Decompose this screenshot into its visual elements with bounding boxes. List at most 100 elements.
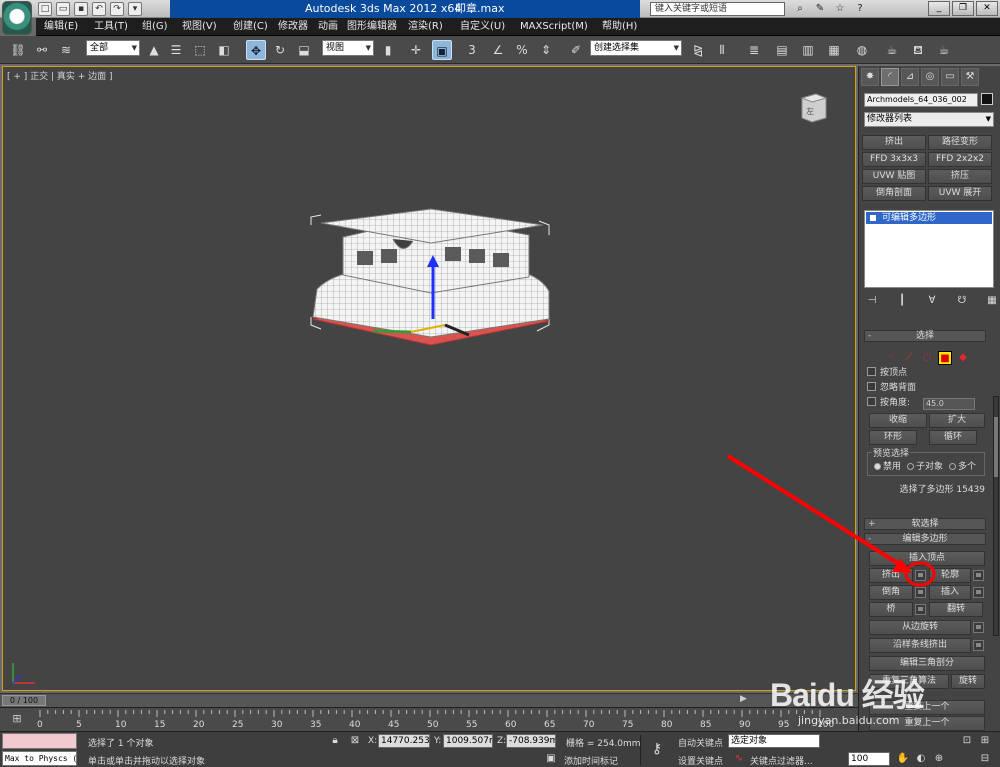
menu-graph-editors[interactable]: 图形编辑器 — [343, 18, 401, 36]
mini-curve-editor-icon[interactable]: ⊞ — [8, 712, 26, 726]
menu-maxscript[interactable]: MAXScript(M) — [516, 18, 592, 36]
align-icon[interactable]: ⫴ — [712, 40, 732, 60]
menu-edit[interactable]: 编辑(E) — [40, 18, 82, 36]
select-manipulate-icon[interactable]: ✛ — [406, 40, 426, 60]
material-editor-icon[interactable]: ◍ — [852, 40, 872, 60]
modifier-path-deform-button[interactable]: 路径变形 — [928, 135, 992, 150]
hinge-from-edge-button[interactable]: 从边旋转 — [869, 620, 971, 635]
menu-modifiers[interactable]: 修改器 — [274, 18, 312, 36]
element-icon[interactable]: ◆ — [956, 351, 970, 365]
edit-polygons-rollout-header[interactable]: - 编辑多边形 — [864, 533, 986, 545]
soft-selection-rollout-header[interactable]: + 软选择 — [864, 518, 986, 530]
scrollbar-thumb[interactable] — [994, 417, 998, 477]
extrude-button[interactable]: 挤出 — [869, 568, 913, 583]
timeline[interactable]: ⊞ 0 5 10 15 20 25 30 35 40 45 50 55 60 65 70 75 80 85 90 95… — [0, 707, 858, 731]
named-selection-dropdown[interactable]: 创建选择集 — [590, 40, 682, 56]
show-end-result-icon[interactable]: ┃ — [894, 294, 910, 308]
unlink-icon[interactable]: ⚯ — [32, 40, 52, 60]
extrude-along-spline-button[interactable]: 沿样条线挤出 — [869, 638, 971, 653]
shrink-button[interactable]: 收缩 — [869, 413, 927, 428]
edit-triangulation-button[interactable]: 编辑三角剖分 — [869, 656, 985, 671]
binoculars-icon[interactable]: ⌕ — [793, 2, 807, 16]
extrude-settings-button[interactable] — [915, 570, 926, 581]
lock-icon[interactable]: 🔒︎ — [328, 734, 342, 748]
star-icon[interactable]: ☆ — [833, 2, 847, 16]
rotate-icon[interactable]: ↻ — [270, 40, 290, 60]
search-input[interactable]: 键入关键字或短语 — [650, 2, 785, 16]
minimize-button[interactable]: _ — [928, 1, 950, 16]
save-icon[interactable]: ▪ — [74, 2, 88, 16]
set-key-button[interactable]: 设置关键点 — [678, 754, 723, 767]
model-mesh[interactable] — [303, 207, 563, 427]
y-coordinate-field[interactable]: 1009.507m — [443, 734, 493, 748]
viewport-label[interactable]: [ + ] 正交 | 真实 + 边面 ] — [7, 69, 113, 82]
preview-subobj-radio[interactable]: 子对象 — [907, 459, 943, 472]
outline-settings-button[interactable] — [973, 570, 984, 581]
by-angle-checkbox[interactable]: 按角度: — [867, 397, 910, 409]
maximize-viewport-icon[interactable]: ⊞ — [978, 734, 992, 748]
scale-icon[interactable]: ⬓ — [294, 40, 314, 60]
x-coordinate-field[interactable]: 14770.253 — [378, 734, 430, 748]
inset-settings-button[interactable] — [973, 587, 984, 598]
rect-selection-icon[interactable]: ⬚ — [190, 40, 210, 60]
extrude-spline-settings-button[interactable] — [973, 640, 984, 651]
ignore-backfacing-checkbox[interactable]: 忽略背面 — [867, 382, 916, 394]
select-by-name-icon[interactable]: ☰ — [166, 40, 186, 60]
menu-views[interactable]: 视图(V) — [178, 18, 221, 36]
help-icon[interactable]: ? — [853, 2, 867, 16]
flip-button[interactable]: 翻转 — [929, 602, 983, 617]
move-icon[interactable]: ✥ — [246, 40, 266, 60]
maxscript-mini-listener[interactable]: Max to Physcs ( — [2, 751, 77, 766]
orbit-icon[interactable]: ◐ — [914, 752, 928, 766]
spinner-snap-icon[interactable]: ⇕ — [536, 40, 556, 60]
configure-sets-icon[interactable]: ▦ — [984, 294, 1000, 308]
current-frame-field[interactable]: 100 — [848, 752, 890, 766]
time-tag-icon[interactable]: ▣ — [544, 752, 558, 766]
next-frame-icon[interactable]: ▶ — [740, 694, 747, 704]
schematic-view-icon[interactable]: ▦ — [824, 40, 844, 60]
pivot-center-icon[interactable]: ▮ — [378, 40, 398, 60]
bridge-button[interactable]: 桥 — [869, 602, 913, 617]
time-slider-thumb[interactable]: 0 / 100 — [2, 695, 46, 706]
insert-vertex-button[interactable]: 插入顶点 — [869, 551, 985, 566]
stack-item-editable-poly[interactable]: 可编辑多边形 — [866, 212, 992, 224]
keyboard-shortcut-icon[interactable]: ▣ — [432, 40, 452, 60]
selection-filter-dropdown[interactable]: 全部 — [86, 40, 140, 56]
bevel-button[interactable]: 倒角 — [869, 585, 913, 600]
redo-icon[interactable]: ↷ — [110, 2, 124, 16]
bevel-settings-button[interactable] — [915, 587, 926, 598]
menu-group[interactable]: 组(G) — [138, 18, 172, 36]
modifier-uvw-map-button[interactable]: UVW 贴图 — [862, 169, 926, 184]
modifier-uvw-unwrap-button[interactable]: UVW 展开 — [928, 186, 992, 201]
field-of-view-icon[interactable]: ⊟ — [978, 752, 992, 766]
app-logo-icon[interactable]: S — [2, 1, 32, 35]
zoom-extents-icon[interactable]: ⊡ — [960, 734, 974, 748]
border-icon[interactable]: ◌ — [920, 351, 934, 365]
pin-stack-icon[interactable]: ⊣ — [864, 294, 880, 308]
viewcube[interactable]: 左 — [798, 92, 828, 124]
ring-button[interactable]: 环形 — [869, 430, 917, 445]
preview-multi-radio[interactable]: 多个 — [949, 459, 976, 472]
wrench-icon[interactable]: ✎ — [813, 2, 827, 16]
object-color-swatch[interactable] — [981, 93, 993, 105]
motion-tab-icon[interactable]: ◎ — [921, 68, 939, 86]
new-icon[interactable]: □ — [38, 2, 52, 16]
angle-snap-icon[interactable]: ∠ — [488, 40, 508, 60]
grow-button[interactable]: 扩大 — [929, 413, 985, 428]
menu-customize[interactable]: 自定义(U) — [456, 18, 509, 36]
modifier-ffd3-button[interactable]: FFD 3x3x3 — [862, 152, 926, 167]
window-crossing-icon[interactable]: ◧ — [214, 40, 234, 60]
loop-button[interactable]: 循环 — [929, 430, 977, 445]
edit-named-selection-icon[interactable]: ✐ — [566, 40, 586, 60]
menu-help[interactable]: 帮助(H) — [598, 18, 641, 36]
z-coordinate-field[interactable]: -708.939m — [506, 734, 556, 748]
pan-icon[interactable]: ✋ — [896, 752, 910, 766]
command-panel-scrollbar[interactable] — [993, 396, 999, 636]
rendered-frame-icon[interactable]: ⛾ — [908, 40, 928, 60]
modifier-stack[interactable]: 可编辑多边形 — [864, 210, 994, 288]
polygon-icon[interactable]: ■ — [938, 351, 952, 365]
render-icon[interactable]: ☕ — [934, 40, 954, 60]
menu-animation[interactable]: 动画 — [314, 18, 342, 36]
select-object-icon[interactable]: ▲ — [144, 40, 164, 60]
by-vertex-checkbox[interactable]: 按顶点 — [867, 367, 907, 379]
